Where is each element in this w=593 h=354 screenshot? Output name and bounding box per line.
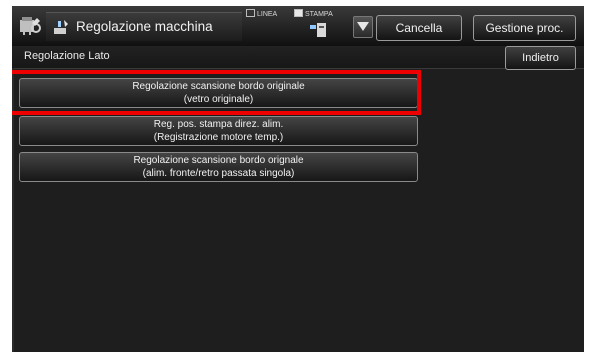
- back-button[interactable]: Indietro: [505, 46, 576, 70]
- subheader-bar: Regolazione Lato Indietro: [12, 46, 584, 70]
- menu-item-original-edge-scan-duplex[interactable]: Regolazione scansione bordo orignale (al…: [19, 152, 418, 182]
- menu-item-line1: Reg. pos. stampa direz. alim.: [153, 119, 284, 130]
- mode-linea-checkbox[interactable]: LINEA: [246, 9, 277, 18]
- menu-item-line1: Regolazione scansione bordo orignale: [133, 155, 304, 166]
- dropdown-button[interactable]: [353, 16, 373, 38]
- header-bar: Regolazione macchina LINEA STAMPA Cancel…: [12, 6, 584, 46]
- title-box: Regolazione macchina: [46, 12, 242, 41]
- cancel-button[interactable]: Cancella: [376, 15, 462, 41]
- mode-stampa-label: STAMPA: [305, 11, 333, 18]
- menu-item-print-position-feed[interactable]: Reg. pos. stampa direz. alim. (Registraz…: [19, 116, 418, 146]
- section-title: Regolazione Lato: [24, 50, 110, 62]
- menu-item-line2: (alim. fronte/retro passata singola): [142, 167, 295, 179]
- adjust-icon: [54, 20, 68, 34]
- mode-stampa-checkbox[interactable]: STAMPA: [294, 9, 333, 18]
- screen: Regolazione macchina LINEA STAMPA Cancel…: [12, 6, 584, 352]
- job-management-button[interactable]: Gestione proc.: [473, 15, 576, 41]
- machine-icon: [20, 17, 41, 35]
- highlight-frame: [12, 70, 421, 115]
- menu-item-line2: (Registrazione motore temp.): [153, 131, 284, 143]
- page-title: Regolazione macchina: [76, 19, 213, 34]
- mode-linea-label: LINEA: [257, 11, 278, 18]
- dropdown-arrow-icon: [357, 22, 369, 31]
- stampa-icon: [310, 23, 326, 37]
